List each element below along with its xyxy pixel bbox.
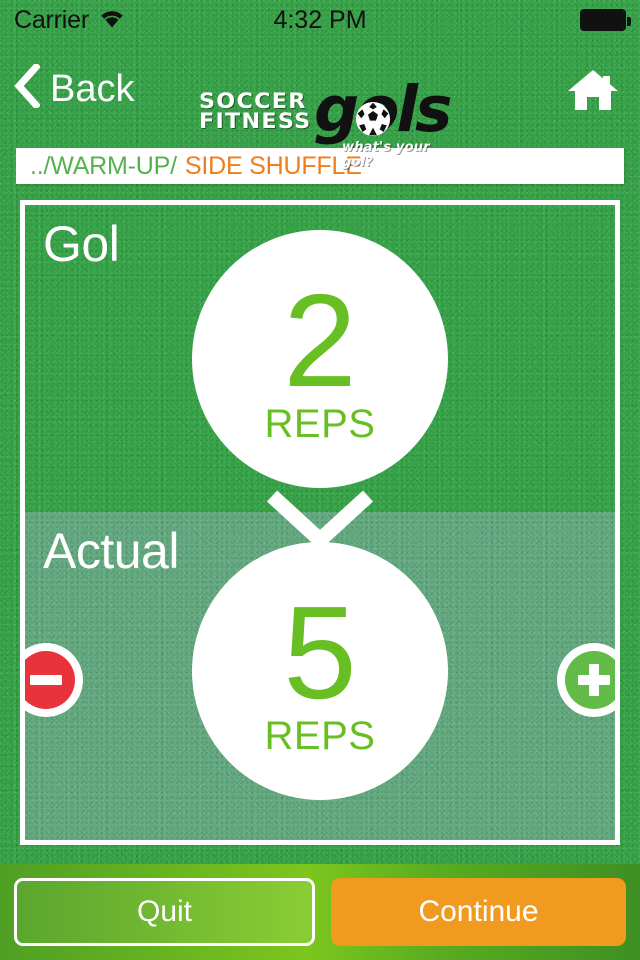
- actual-label: Actual: [43, 523, 179, 579]
- logo-tagline: what's your gol?: [342, 140, 430, 170]
- breadcrumb-path: ../WARM-UP/: [30, 151, 177, 180]
- actual-unit: REPS: [264, 713, 376, 758]
- footer-bar: Quit Continue: [0, 864, 640, 960]
- goal-label: Gol: [43, 216, 120, 272]
- goal-section: Gol 2 REPS: [25, 205, 615, 551]
- back-label: Back: [50, 67, 135, 110]
- app-logo: SOCCER FITNESS gols what's your gol?: [196, 78, 452, 170]
- back-button[interactable]: Back: [14, 62, 135, 113]
- minus-bar: [30, 675, 62, 685]
- app-root: Carrier 4:32 PM Back SOCCER FITNESS what…: [0, 0, 640, 960]
- home-icon: [566, 70, 620, 118]
- actual-value: 5: [283, 579, 357, 727]
- plus-bar-vertical: [589, 664, 599, 696]
- minus-circle-icon: [25, 651, 75, 709]
- chevron-down-icon: [266, 490, 374, 557]
- home-button[interactable]: [566, 66, 620, 119]
- increment-button[interactable]: [557, 643, 615, 717]
- logo-wordmark-lines: SOCCER FITNESS: [199, 91, 310, 131]
- logo-line-2: FITNESS: [199, 108, 312, 133]
- goal-value-circle: 2 REPS: [192, 230, 448, 488]
- battery-full-icon: [580, 9, 631, 31]
- chevron-left-icon: [14, 62, 41, 113]
- status-time: 4:32 PM: [273, 5, 367, 34]
- exercise-panel: Gol 2 REPS Actual 5 REPS: [20, 200, 620, 845]
- plus-circle-icon: [565, 651, 615, 709]
- soccer-ball-icon: [356, 102, 390, 136]
- continue-button[interactable]: Continue: [331, 878, 626, 946]
- actual-section: Actual 5 REPS: [25, 512, 615, 840]
- actual-value-circle: 5 REPS: [192, 542, 448, 800]
- goal-value: 2: [283, 267, 357, 415]
- status-bar: Carrier 4:32 PM: [0, 0, 640, 40]
- quit-button[interactable]: Quit: [14, 878, 315, 946]
- goal-unit: REPS: [264, 401, 376, 446]
- decrement-button[interactable]: [25, 643, 83, 717]
- navigation-bar: Back SOCCER FITNESS gols wh: [0, 40, 640, 170]
